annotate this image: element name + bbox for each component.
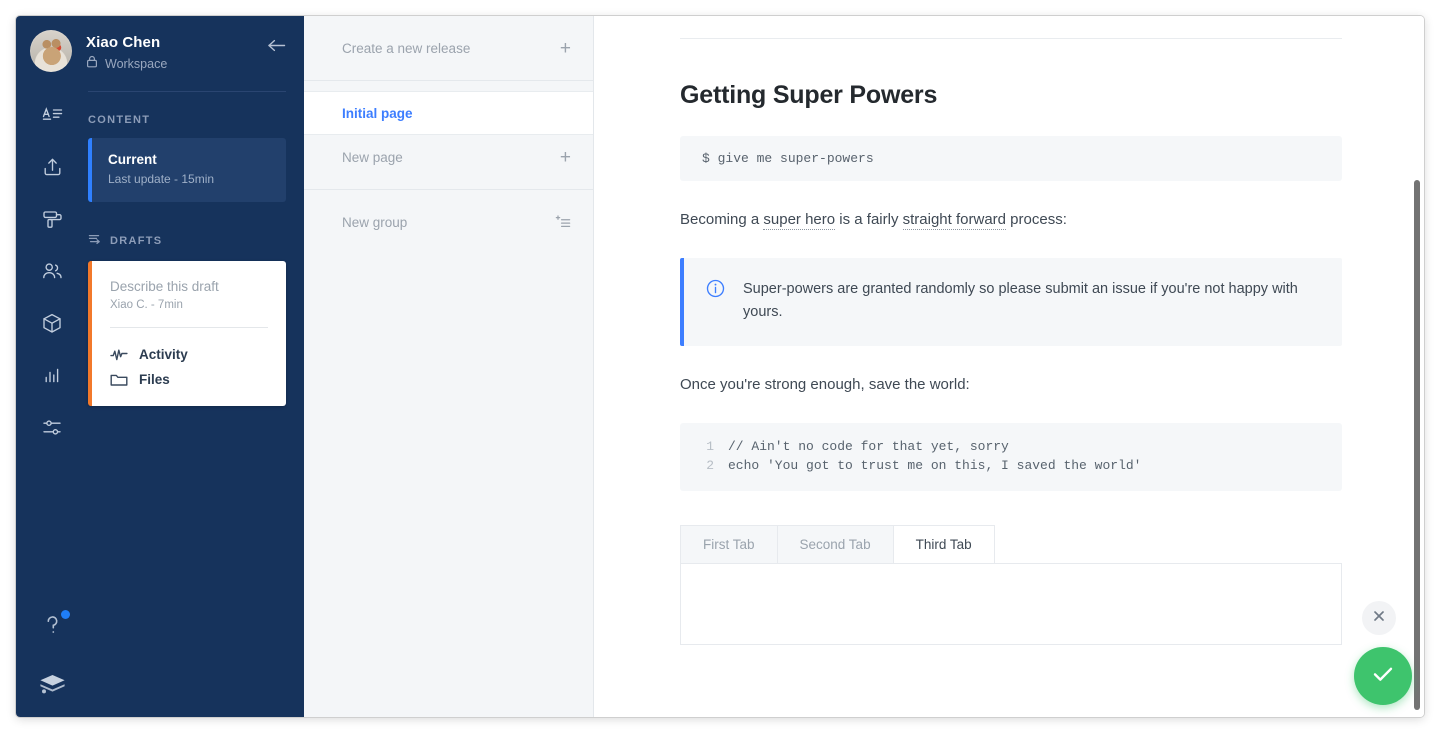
sidebar-item-current[interactable]: Current Last update - 15min: [88, 138, 286, 202]
pages-separator: [304, 189, 593, 190]
sidebar-section-drafts: DRAFTS: [88, 232, 286, 249]
pages-row-label: New page: [342, 150, 403, 165]
pages-row-label: Initial page: [342, 106, 413, 121]
document-scrollbar[interactable]: [1414, 180, 1420, 710]
drafts-icon: [88, 232, 102, 249]
tabs-widget: First Tab Second Tab Third Tab: [680, 525, 1342, 645]
tab-panel: [680, 563, 1342, 645]
command-block: $ give me super-powers: [680, 136, 1342, 181]
pages-row-new-page[interactable]: New page +: [304, 135, 593, 179]
document-content: Getting Super Powers $ give me super-pow…: [594, 38, 1424, 645]
check-icon: [1370, 663, 1396, 690]
draft-title: Describe this draft: [110, 279, 268, 294]
info-callout: Super-powers are granted randomly so ple…: [680, 258, 1342, 347]
info-icon: [706, 278, 726, 325]
draft-link-activity[interactable]: Activity: [110, 342, 268, 367]
draft-link-activity-label: Activity: [139, 347, 188, 362]
notification-dot: [61, 610, 70, 619]
bar-chart-icon[interactable]: [37, 360, 67, 390]
draft-meta: Xiao C. - 7min: [110, 299, 268, 311]
paragraph-save-world: Once you're strong enough, save the worl…: [680, 374, 1342, 397]
code-line: 1 // Ain't no code for that yet, sorry: [680, 437, 1342, 456]
tab-third[interactable]: Third Tab: [894, 525, 995, 563]
text-lines-icon[interactable]: [37, 100, 67, 130]
draft-link-files[interactable]: Files: [110, 367, 268, 392]
books-icon[interactable]: [37, 669, 67, 699]
pages-separator: [304, 80, 593, 81]
paint-roller-icon[interactable]: [37, 204, 67, 234]
draft-card[interactable]: Describe this draft Xiao C. - 7min Activ…: [88, 261, 286, 406]
users-icon[interactable]: [37, 256, 67, 286]
document-area: Getting Super Powers $ give me super-pow…: [594, 16, 1424, 717]
collapse-sidebar-button[interactable]: [267, 30, 286, 58]
tab-strip: First Tab Second Tab Third Tab: [680, 525, 1342, 563]
tab-second[interactable]: Second Tab: [778, 525, 894, 563]
term-straight-forward[interactable]: straight forward: [903, 211, 1006, 230]
pages-panel: Create a new release + Initial page New …: [304, 16, 594, 717]
pages-row-label: Create a new release: [342, 41, 470, 56]
code-block: 1 // Ain't no code for that yet, sorry 2…: [680, 423, 1342, 491]
pages-row-initial-page[interactable]: Initial page: [304, 91, 593, 135]
user-name: Xiao Chen: [86, 34, 267, 51]
workspace-label: Workspace: [105, 57, 167, 71]
plus-icon[interactable]: +: [560, 39, 571, 58]
box-icon[interactable]: [37, 308, 67, 338]
help-question-icon[interactable]: [37, 611, 67, 641]
code-line-text: echo 'You got to trust me on this, I sav…: [728, 458, 1141, 473]
close-icon: [1372, 609, 1386, 628]
code-line-number: 1: [680, 439, 728, 454]
draft-separator: [110, 327, 268, 328]
upload-icon[interactable]: [37, 152, 67, 182]
code-line: 2 echo 'You got to trust me on this, I s…: [680, 456, 1342, 475]
tab-first[interactable]: First Tab: [680, 525, 778, 563]
lock-icon: [86, 55, 98, 73]
sidebar-section-content: CONTENT: [88, 114, 286, 126]
paragraph-intro: Becoming a super hero is a fairly straig…: [680, 209, 1342, 232]
draft-link-files-label: Files: [139, 372, 170, 387]
sliders-icon[interactable]: [37, 412, 67, 442]
paragraph-part-e: process:: [1006, 211, 1067, 228]
page-title: Getting Super Powers: [680, 81, 1342, 110]
current-subtitle: Last update - 15min: [108, 172, 270, 186]
pages-row-create-release[interactable]: Create a new release +: [304, 26, 593, 70]
workspace-row[interactable]: Workspace: [86, 55, 267, 73]
plus-icon[interactable]: +: [560, 148, 571, 167]
confirm-button[interactable]: [1354, 647, 1412, 705]
code-line-text: // Ain't no code for that yet, sorry: [728, 439, 1009, 454]
app-window: Xiao Chen Workspace: [16, 16, 1424, 717]
add-group-icon[interactable]: [554, 215, 571, 230]
sidebar: Xiao Chen Workspace: [16, 16, 304, 717]
sidebar-header: Xiao Chen Workspace: [16, 16, 304, 73]
drafts-label: DRAFTS: [110, 235, 162, 247]
avatar[interactable]: [30, 30, 72, 72]
paragraph-part-c: is a fairly: [835, 211, 903, 228]
close-button[interactable]: [1362, 601, 1396, 635]
code-line-number: 2: [680, 458, 728, 473]
icon-rail: [16, 100, 88, 442]
sidebar-divider: [88, 91, 286, 92]
callout-text: Super-powers are granted randomly so ple…: [743, 278, 1318, 325]
paragraph-part-a: Becoming a: [680, 211, 763, 228]
pages-row-new-group[interactable]: New group: [304, 200, 593, 244]
icon-rail-bottom: [16, 611, 88, 699]
document-top-rule: [680, 38, 1342, 39]
term-super-hero[interactable]: super hero: [763, 211, 835, 230]
folder-icon: [110, 373, 128, 387]
activity-icon: [110, 348, 128, 361]
sidebar-user: Xiao Chen Workspace: [86, 30, 267, 73]
pages-row-label: New group: [342, 215, 407, 230]
current-title: Current: [108, 152, 270, 167]
